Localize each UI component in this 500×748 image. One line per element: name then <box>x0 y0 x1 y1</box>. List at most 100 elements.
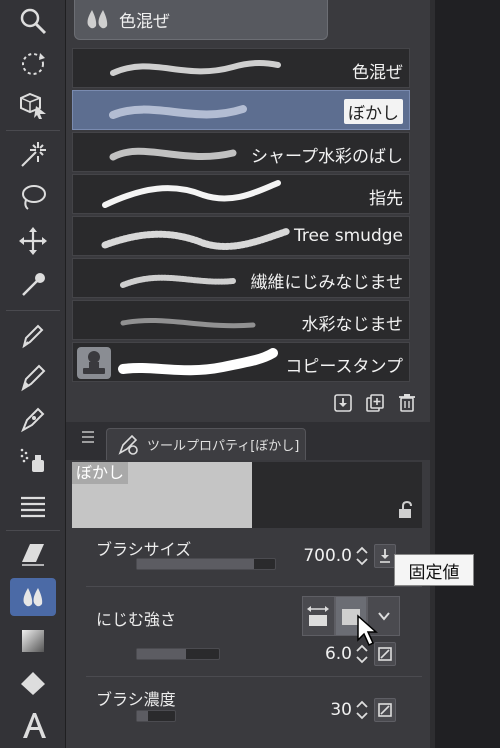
delete-button[interactable] <box>394 390 420 416</box>
zoom-tool[interactable] <box>10 2 56 40</box>
move-tool[interactable] <box>10 222 56 260</box>
auto-select-icon <box>21 142 46 167</box>
eraser-icon <box>22 544 44 566</box>
eraser-tool[interactable] <box>10 534 56 572</box>
move-icon <box>19 227 47 255</box>
water-drops-icon <box>87 9 108 28</box>
tool-property-header: ツールプロパティ[ぼかし] <box>66 422 430 460</box>
brush-stroke-preview <box>120 318 256 329</box>
menu-icon[interactable] <box>80 430 96 444</box>
object-tool[interactable] <box>10 86 56 124</box>
blend-strength-label: にじむ強さ <box>96 610 177 629</box>
trash-icon <box>399 394 415 412</box>
pen-tool[interactable] <box>10 316 56 354</box>
brush-name: コピースタンプ <box>285 357 403 377</box>
pencil-icon <box>21 364 46 392</box>
search-icon <box>20 8 47 35</box>
lines-icon <box>21 496 45 518</box>
tool-property-title: ツールプロパティ[ぼかし] <box>147 439 300 454</box>
3d-cube-icon <box>20 92 46 119</box>
spray-icon <box>20 448 44 472</box>
brush-stroke-preview <box>109 105 247 119</box>
tool-preview: ぼかし <box>72 462 252 528</box>
lasso-tool[interactable] <box>10 178 56 216</box>
slider-fill <box>137 649 187 659</box>
text-icon <box>23 713 46 738</box>
brush-density-value[interactable]: 30 <box>292 700 352 720</box>
lasso-icon <box>22 185 46 210</box>
duplicate-button[interactable] <box>362 390 388 416</box>
brush-item-color-mix[interactable]: 色混ぜ <box>72 48 410 88</box>
gradient-tool[interactable] <box>10 622 56 660</box>
blend-mode-option[interactable] <box>302 596 335 636</box>
size-fixed-value-button[interactable] <box>374 544 396 568</box>
tool-property-icon <box>118 434 138 455</box>
brush-stroke-preview <box>110 60 281 76</box>
tool-property-tab[interactable]: ツールプロパティ[ぼかし] <box>106 428 306 460</box>
pressure-icon <box>378 647 392 661</box>
sub-tool-group-label: 色混ぜ <box>119 12 170 32</box>
brush-item-fiber-blend[interactable]: 繊維にじみなじませ <box>72 258 410 298</box>
brush-name: 指先 <box>369 189 403 209</box>
sub-tool-actions <box>328 390 420 416</box>
brush-name: 繊維にじみなじませ <box>250 273 404 293</box>
slider-fill <box>137 711 149 721</box>
pen-icon <box>22 324 44 349</box>
toolbar-divider <box>6 130 60 131</box>
import-button[interactable] <box>330 390 356 416</box>
toolbar-divider <box>6 530 60 531</box>
brush-name: 水彩なじませ <box>301 315 404 335</box>
sub-tool-group-tab[interactable]: 色混ぜ <box>74 0 328 40</box>
brush-size-value[interactable]: 700.0 <box>292 546 352 566</box>
auto-select-tool[interactable] <box>10 136 56 174</box>
mouse-cursor-icon <box>357 614 378 647</box>
divider <box>86 676 422 677</box>
brush-name: Tree smudge <box>293 226 403 246</box>
spin-arrows-icon[interactable] <box>355 544 369 568</box>
airbrush-tool[interactable] <box>10 442 56 480</box>
fill-tool[interactable] <box>10 664 56 702</box>
rotate-view-tool[interactable] <box>10 45 56 83</box>
brush-item-watercolor-blend[interactable]: 水彩なじませ <box>72 300 410 340</box>
brush-item-sharp-watercolor[interactable]: シャープ水彩のばし <box>72 132 410 172</box>
spin-arrows-icon[interactable] <box>355 698 369 722</box>
pressure-icon <box>378 703 392 717</box>
brush-stroke-preview <box>101 227 292 250</box>
brush-density-slider[interactable] <box>136 710 176 722</box>
decoration-tool[interactable] <box>10 486 56 524</box>
blend-strength-value[interactable]: 6.0 <box>292 644 352 664</box>
text-tool[interactable] <box>10 706 56 744</box>
brush-icon <box>21 407 45 433</box>
brush-item-blur[interactable]: ぼかし <box>72 90 410 130</box>
brush-item-tree-smudge[interactable]: Tree smudge <box>72 216 410 256</box>
brush-size-label: ブラシサイズ <box>96 540 192 559</box>
brush-stroke-preview <box>102 180 281 208</box>
density-pressure-button[interactable] <box>374 698 396 722</box>
divider <box>86 586 422 587</box>
brush-name: 色混ぜ <box>352 63 403 83</box>
tool-preview-label: ぼかし <box>72 462 129 484</box>
eyedropper-tool[interactable] <box>10 266 56 304</box>
brush-item-finger-tip[interactable]: 指先 <box>72 174 410 214</box>
lock-icon[interactable] <box>396 500 416 520</box>
blend-tool[interactable] <box>10 578 56 616</box>
brush-density-label: ブラシ濃度 <box>96 690 176 709</box>
canvas-edge <box>430 0 500 748</box>
import-icon <box>334 394 352 412</box>
download-icon <box>380 549 390 563</box>
arrow-folder-icon <box>307 606 330 626</box>
blend-strength-slider[interactable] <box>136 648 220 660</box>
stamp-icon <box>77 347 111 379</box>
blend-mode-buttons <box>302 596 401 636</box>
brush-tool[interactable] <box>10 400 56 438</box>
brush-item-copy-stamp[interactable]: コピースタンプ <box>72 342 410 382</box>
brush-name: シャープ水彩のばし <box>251 147 403 167</box>
slider-fill <box>137 559 255 569</box>
tooltip: 固定値 <box>394 554 474 586</box>
fill-icon <box>21 672 45 695</box>
blend-icon <box>23 588 43 607</box>
brush-size-slider[interactable] <box>136 558 276 570</box>
tool-palette <box>0 0 66 748</box>
pencil-tool[interactable] <box>10 358 56 396</box>
duplicate-icon <box>366 394 384 412</box>
